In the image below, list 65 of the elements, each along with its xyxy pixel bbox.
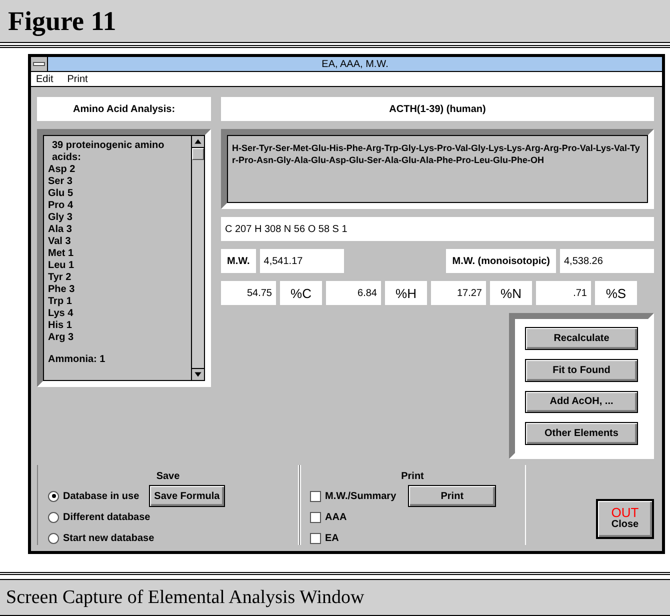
action-button[interactable]: Add AcOH, ... xyxy=(525,390,638,414)
mw-mono-field[interactable]: 4,538.26 xyxy=(560,249,654,273)
percent-field[interactable]: 6.84 xyxy=(326,281,381,305)
percent-field[interactable]: 54.75 xyxy=(221,281,276,305)
checkbox[interactable] xyxy=(310,512,321,522)
list-item[interactable]: Ser 3 xyxy=(48,176,189,188)
amino-acid-list[interactable]: 39 proteinogenic amino acids: Asp 2 Ser 3 Glu 5 Pro 4 Gly 3 Ala 3 Val 3 Met 1 Leu 1 Tyr 2 Phe 3 Trp 1 Lys 4 His 1 Arg 3 Ammonia: 1 xyxy=(43,135,205,381)
list-item[interactable]: Val 3 xyxy=(48,236,189,248)
checkbox-label: M.W./Summary xyxy=(325,490,396,502)
checkbox[interactable] xyxy=(310,490,321,502)
mw-label: M.W. xyxy=(221,249,256,273)
list-header: 39 proteinogenic amino acids: xyxy=(51,140,166,164)
list-item[interactable]: Gly 3 xyxy=(48,212,189,224)
list-item[interactable]: Glu 5 xyxy=(48,188,189,200)
formula-field[interactable]: C 207 H 308 N 56 O 58 S 1 xyxy=(221,217,654,241)
percent-label: %C xyxy=(280,281,322,305)
print-button[interactable]: Print xyxy=(408,485,496,507)
analysis-label: Amino Acid Analysis: xyxy=(37,97,211,121)
percent-field[interactable]: .71 xyxy=(536,281,591,305)
radio-label: Database in use xyxy=(63,490,140,502)
group-title: Print xyxy=(400,471,425,482)
scroll-up-icon[interactable] xyxy=(192,136,204,148)
window-title: EA, AAA, M.W. xyxy=(320,58,390,70)
radio-label: Start new database xyxy=(63,532,154,544)
figure-title: Figure 11 xyxy=(8,6,116,36)
percent-label: %N xyxy=(490,281,532,305)
list-item[interactable]: Ala 3 xyxy=(48,224,189,236)
checkbox-label: AAA xyxy=(325,512,347,522)
checkbox[interactable] xyxy=(310,532,321,544)
action-button[interactable]: Other Elements xyxy=(525,422,638,445)
action-button[interactable]: Recalculate xyxy=(525,327,638,350)
percent-field[interactable]: 17.27 xyxy=(431,281,486,305)
radio-label: Different database xyxy=(63,512,150,522)
scroll-down-icon[interactable] xyxy=(192,368,204,380)
checkbox-label: EA xyxy=(325,532,339,544)
figure-caption: Screen Capture of Elemental Analysis Window xyxy=(6,586,364,608)
list-item[interactable]: Met 1 xyxy=(48,248,189,260)
menu-item[interactable]: Print xyxy=(67,74,88,84)
list-item[interactable]: Tyr 2 xyxy=(48,272,189,284)
list-item[interactable]: Ammonia: 1 xyxy=(48,354,189,366)
percent-label: %S xyxy=(595,281,637,305)
list-item[interactable]: Trp 1 xyxy=(48,296,189,308)
close-button[interactable]: OUT Close xyxy=(596,499,654,539)
radio-button[interactable] xyxy=(48,490,59,502)
save-formula-button[interactable]: Save Formula xyxy=(149,485,225,507)
percent-label: %H xyxy=(385,281,427,305)
scroll-thumb[interactable] xyxy=(192,148,204,160)
group-title: Save xyxy=(155,471,181,482)
list-item[interactable]: Leu 1 xyxy=(48,260,189,272)
mw-field[interactable]: 4,541.17 xyxy=(260,249,344,273)
radio-button[interactable] xyxy=(48,532,59,544)
list-item[interactable]: Asp 2 xyxy=(48,164,189,176)
system-menu-icon[interactable] xyxy=(31,57,48,71)
list-item[interactable]: Arg 3 xyxy=(48,332,189,344)
sequence-text: H-Ser-Tyr-Ser-Met-Glu-His-Phe-Arg-Trp-Gly-Lys-Pro-Val-Gly-Lys-Lys-Arg-Arg-Pro-Val-Lys-Val-Tyr-Pro-Asn-Gly-Ala-Glu-Asp-Glu-Ser-Ala-Glu-Ala-Phe-Pro-Leu-Glu-Phe-OH xyxy=(227,135,648,203)
radio-button[interactable] xyxy=(48,512,59,522)
scrollbar[interactable] xyxy=(191,136,204,380)
peptide-name: ACTH(1-39) (human) xyxy=(221,97,654,121)
action-button[interactable]: Fit to Found xyxy=(525,358,638,382)
list-item[interactable]: Pro 4 xyxy=(48,200,189,212)
mw-mono-label: M.W. (monoisotopic) xyxy=(446,249,556,273)
list-item[interactable]: His 1 xyxy=(48,320,189,332)
list-item[interactable]: Lys 4 xyxy=(48,308,189,320)
menu-item[interactable]: Edit xyxy=(36,74,54,84)
list-item[interactable]: Phe 3 xyxy=(48,284,189,296)
